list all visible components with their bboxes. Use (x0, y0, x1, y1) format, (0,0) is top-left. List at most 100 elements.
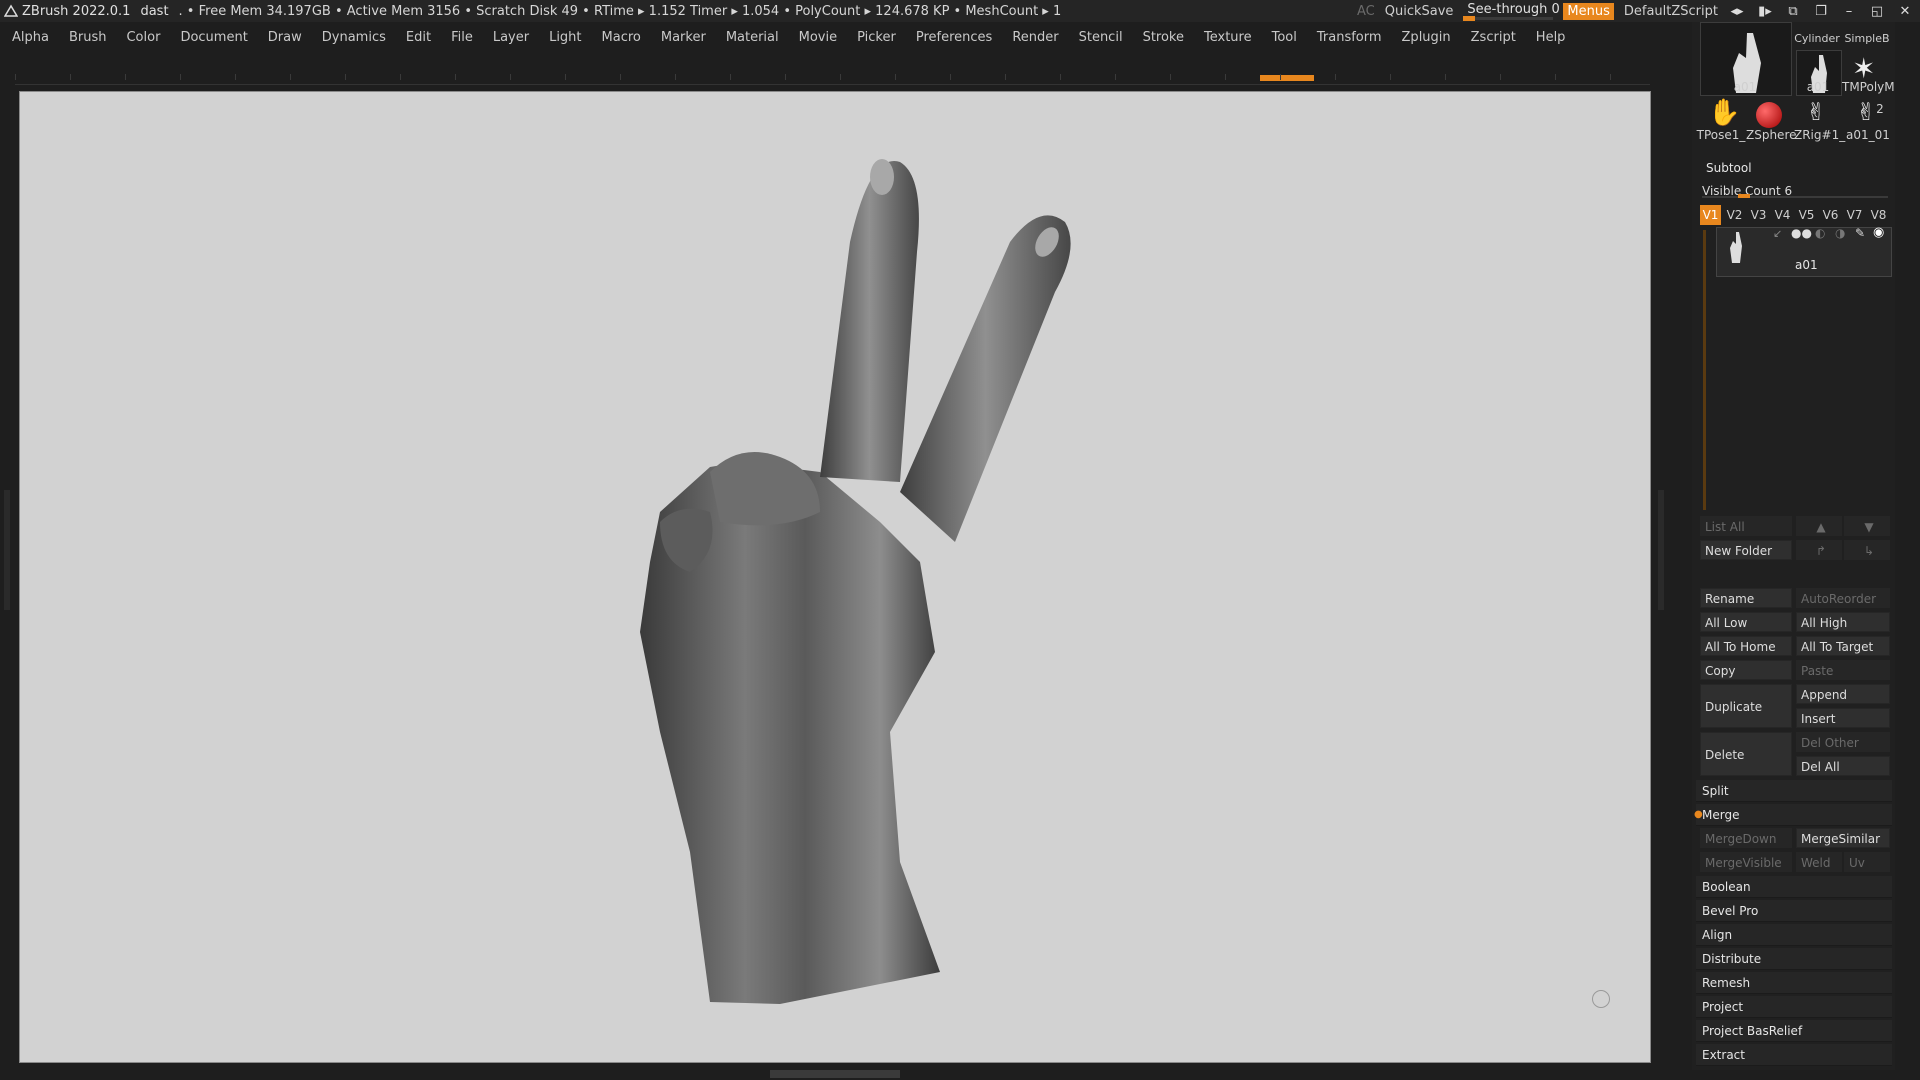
merge-visible-button[interactable]: MergeVisible (1700, 852, 1792, 872)
timeline-track[interactable] (15, 74, 1650, 85)
menu-marker[interactable]: Marker (661, 30, 706, 45)
remesh-section[interactable]: Remesh (1696, 972, 1892, 994)
visible-count-knob[interactable] (1738, 194, 1750, 198)
merge-section[interactable]: ● Merge (1694, 804, 1892, 826)
merge-similar-button[interactable]: MergeSimilar (1796, 828, 1890, 848)
all-to-home-button[interactable]: All To Home (1700, 636, 1792, 656)
delete-button[interactable]: Delete (1700, 732, 1792, 776)
auto-reorder-button[interactable]: AutoReorder (1796, 588, 1890, 608)
menu-stroke[interactable]: Stroke (1143, 30, 1184, 45)
visibility-set-tab-v1[interactable]: V1 (1700, 205, 1721, 225)
menu-edit[interactable]: Edit (406, 30, 431, 45)
see-through-slider[interactable]: See-through 0 (1463, 1, 1560, 21)
tpose-hand-icon[interactable]: ✋ (1708, 98, 1740, 128)
menu-layer[interactable]: Layer (493, 30, 529, 45)
list-all-button[interactable]: List All (1700, 516, 1792, 536)
subtool-eye-icon[interactable]: ◉ (1873, 225, 1884, 240)
tool-label-cylinder[interactable]: Cylinder (1794, 32, 1840, 45)
project-section[interactable]: Project (1696, 996, 1892, 1018)
zrig-hand-icon[interactable]: ✌ (1806, 98, 1826, 126)
subtool-toggle-icon[interactable]: ◐ (1815, 226, 1825, 240)
paste-button[interactable]: Paste (1796, 660, 1890, 680)
see-through-knob[interactable] (1463, 16, 1476, 21)
navigation-gizmo-icon[interactable] (1592, 990, 1610, 1008)
tool-label-simpleb[interactable]: SimpleB (1842, 32, 1892, 45)
menu-alpha[interactable]: Alpha (12, 30, 49, 45)
menu-tool[interactable]: Tool (1272, 30, 1297, 45)
folder-in-icon[interactable]: ↱ (1796, 540, 1842, 560)
quicksave-button[interactable]: QuickSave (1385, 4, 1454, 19)
menu-file[interactable]: File (451, 30, 473, 45)
menu-preferences[interactable]: Preferences (916, 30, 992, 45)
bottom-tray-handle[interactable] (770, 1070, 900, 1078)
visibility-set-tab-v7[interactable]: V7 (1844, 205, 1865, 225)
zsphere-icon[interactable] (1756, 102, 1782, 128)
distribute-section[interactable]: Distribute (1696, 948, 1892, 970)
visible-count-slider[interactable]: Visible Count 6 (1702, 180, 1888, 198)
copy-button[interactable]: Copy (1700, 660, 1792, 680)
del-other-button[interactable]: Del Other (1796, 732, 1890, 752)
subtool-arrow-icon[interactable]: ↙ (1773, 227, 1782, 240)
all-to-target-button[interactable]: All To Target (1796, 636, 1890, 656)
layout-alt-icon[interactable]: ▮▸ (1756, 4, 1774, 19)
append-button[interactable]: Append (1796, 684, 1890, 704)
restore-icon[interactable]: ◱ (1868, 4, 1886, 19)
folder-out-icon[interactable]: ↳ (1844, 540, 1890, 560)
subtool-brush-icon[interactable]: ✎ (1855, 226, 1865, 240)
weld-button[interactable]: Weld (1796, 852, 1842, 872)
subtool-list-item[interactable]: ↙ ●● ◐ ◑ ✎ ◉ a01 (1716, 225, 1892, 277)
merge-down-button[interactable]: MergeDown (1700, 828, 1792, 848)
move-down-icon[interactable]: ▼ (1844, 516, 1890, 536)
visibility-set-tab-v2[interactable]: V2 (1724, 205, 1745, 225)
window-tile-icon[interactable]: ⧉ (1784, 4, 1802, 19)
bevel-pro-section[interactable]: Bevel Pro (1696, 900, 1892, 922)
all-low-button[interactable]: All Low (1700, 612, 1792, 632)
ac-label[interactable]: AC (1357, 4, 1375, 19)
menu-color[interactable]: Color (126, 30, 160, 45)
document-canvas[interactable] (19, 91, 1651, 1063)
menu-document[interactable]: Document (180, 30, 247, 45)
subtool-scrollbar[interactable] (1703, 230, 1706, 510)
project-basrelief-section[interactable]: Project BasRelief (1696, 1020, 1892, 1042)
align-section[interactable]: Align (1696, 924, 1892, 946)
rename-button[interactable]: Rename (1700, 588, 1792, 608)
visibility-set-tab-v5[interactable]: V5 (1796, 205, 1817, 225)
boolean-section[interactable]: Boolean (1696, 876, 1892, 898)
close-icon[interactable]: ✕ (1896, 4, 1914, 19)
minimize-icon[interactable]: – (1840, 4, 1858, 19)
menu-light[interactable]: Light (549, 30, 581, 45)
split-section[interactable]: Split (1696, 780, 1892, 802)
menu-zscript[interactable]: Zscript (1471, 30, 1516, 45)
menu-brush[interactable]: Brush (69, 30, 107, 45)
menu-draw[interactable]: Draw (268, 30, 302, 45)
subtool-header[interactable]: Subtool (1706, 161, 1752, 175)
right-tray-handle[interactable] (1658, 490, 1664, 610)
menu-picker[interactable]: Picker (857, 30, 896, 45)
menu-zplugin[interactable]: Zplugin (1402, 30, 1451, 45)
menu-macro[interactable]: Macro (602, 30, 641, 45)
default-zscript-button[interactable]: DefaultZScript (1624, 4, 1718, 19)
menu-help[interactable]: Help (1536, 30, 1566, 45)
visibility-set-tab-v8[interactable]: V8 (1868, 205, 1889, 225)
window-cascade-icon[interactable]: ❐ (1812, 4, 1830, 19)
subtool-dynamic-icon[interactable]: ◑ (1835, 226, 1845, 240)
timeline-marker[interactable] (1260, 75, 1314, 81)
duplicate-button[interactable]: Duplicate (1700, 684, 1792, 728)
menu-texture[interactable]: Texture (1204, 30, 1252, 45)
menus-button[interactable]: Menus (1563, 2, 1614, 20)
insert-button[interactable]: Insert (1796, 708, 1890, 728)
move-up-icon[interactable]: ▲ (1796, 516, 1842, 536)
menu-material[interactable]: Material (726, 30, 779, 45)
visibility-set-tab-v3[interactable]: V3 (1748, 205, 1769, 225)
new-folder-button[interactable]: New Folder (1700, 540, 1792, 560)
hand-model[interactable] (20, 92, 1650, 1062)
menu-stencil[interactable]: Stencil (1079, 30, 1123, 45)
del-all-button[interactable]: Del All (1796, 756, 1890, 776)
menu-dynamics[interactable]: Dynamics (322, 30, 386, 45)
extract-section[interactable]: Extract (1696, 1044, 1892, 1066)
visibility-set-tab-v6[interactable]: V6 (1820, 205, 1841, 225)
menu-render[interactable]: Render (1012, 30, 1058, 45)
menu-transform[interactable]: Transform (1317, 30, 1382, 45)
layout-icon[interactable]: ◂▸ (1728, 4, 1746, 19)
visibility-set-tab-v4[interactable]: V4 (1772, 205, 1793, 225)
